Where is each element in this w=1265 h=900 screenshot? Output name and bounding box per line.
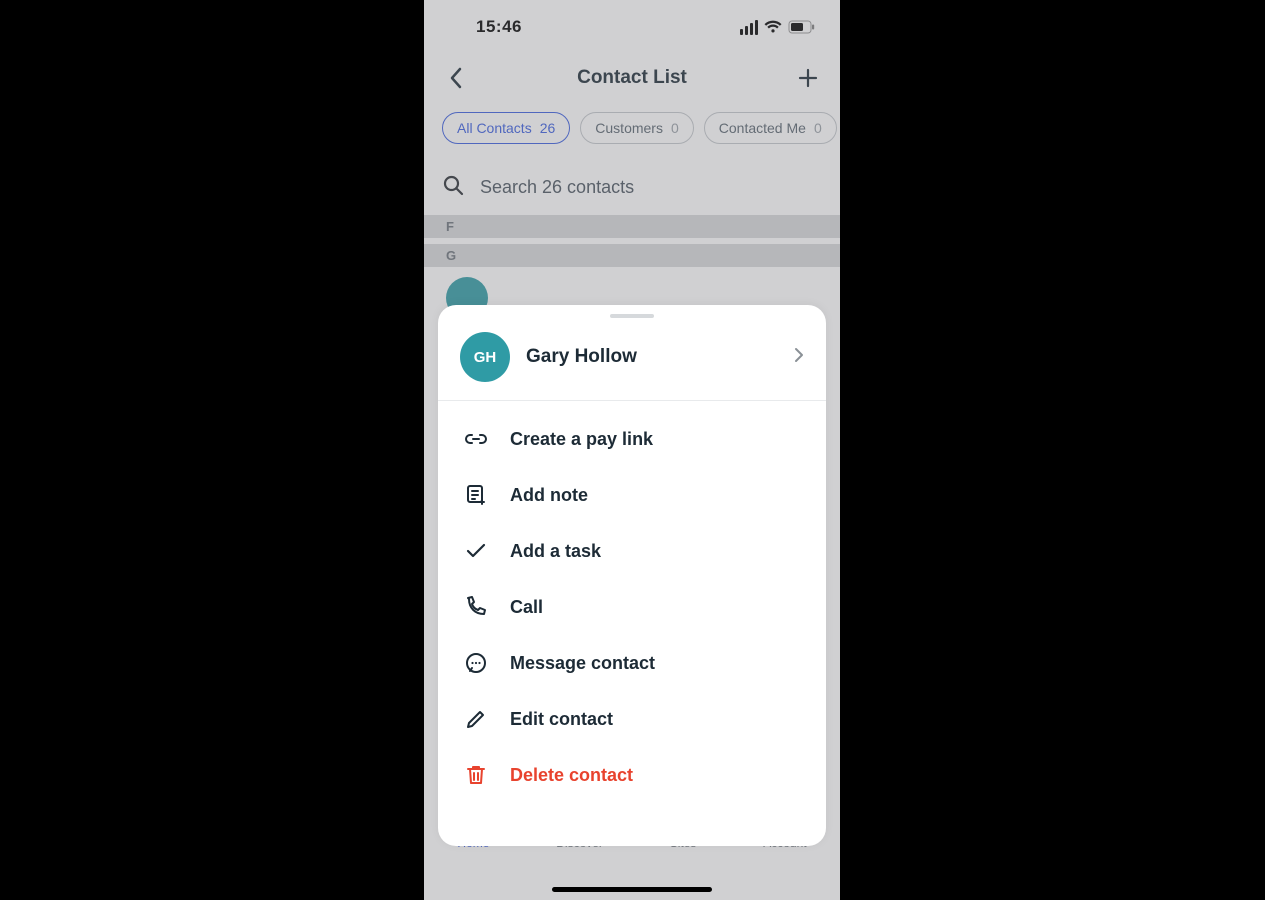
cellular-icon — [740, 20, 758, 35]
battery-icon — [788, 20, 816, 34]
search-input[interactable] — [478, 176, 822, 199]
status-time: 15:46 — [476, 17, 522, 37]
action-label: Add a task — [510, 541, 601, 562]
contact-name: Gary Hollow — [526, 346, 794, 368]
search-icon — [442, 174, 464, 201]
back-button[interactable] — [438, 60, 474, 96]
trash-icon — [464, 763, 488, 787]
chevron-right-icon — [794, 347, 804, 368]
action-label: Create a pay link — [510, 429, 653, 450]
action-add-task[interactable]: Add a task — [438, 523, 826, 579]
wifi-icon — [764, 20, 782, 34]
check-icon — [464, 539, 488, 563]
action-label: Edit contact — [510, 709, 613, 730]
plus-icon — [797, 67, 819, 89]
sheet-grabber[interactable] — [610, 314, 654, 318]
chevron-left-icon — [449, 67, 463, 89]
action-delete-contact[interactable]: Delete contact — [438, 747, 826, 803]
action-create-pay-link[interactable]: Create a pay link — [438, 411, 826, 467]
avatar: GH — [460, 332, 510, 382]
filter-count: 0 — [671, 120, 679, 136]
filter-label: All Contacts — [457, 120, 532, 136]
action-label: Message contact — [510, 653, 655, 674]
avatar-initials: GH — [474, 349, 497, 366]
page-title: Contact List — [577, 67, 687, 89]
home-indicator[interactable] — [552, 887, 712, 892]
filter-all-contacts[interactable]: All Contacts 26 — [442, 112, 570, 144]
section-letter-g: G — [424, 244, 840, 267]
pencil-icon — [464, 707, 488, 731]
action-call[interactable]: Call — [438, 579, 826, 635]
status-bar: 15:46 — [424, 0, 840, 54]
contact-actions-sheet: GH Gary Hollow Create a pay link Add not… — [438, 305, 826, 846]
action-label: Delete contact — [510, 765, 633, 786]
filter-count: 0 — [814, 120, 822, 136]
action-label: Add note — [510, 485, 588, 506]
add-contact-button[interactable] — [790, 60, 826, 96]
filter-row: All Contacts 26 Customers 0 Contacted Me… — [424, 102, 840, 160]
filter-customers[interactable]: Customers 0 — [580, 112, 693, 144]
section-letter-f: F — [424, 215, 840, 238]
filter-label: Contacted Me — [719, 120, 806, 136]
sheet-actions: Create a pay link Add note Add a task Ca… — [438, 401, 826, 809]
phone-icon — [464, 595, 488, 619]
search-row[interactable] — [424, 160, 840, 215]
filter-contacted-me[interactable]: Contacted Me 0 — [704, 112, 837, 144]
action-label: Call — [510, 597, 543, 618]
action-message-contact[interactable]: Message contact — [438, 635, 826, 691]
filter-label: Customers — [595, 120, 663, 136]
link-icon — [464, 427, 488, 451]
note-add-icon — [464, 483, 488, 507]
message-icon — [464, 651, 488, 675]
nav-header: Contact List — [424, 54, 840, 102]
action-add-note[interactable]: Add note — [438, 467, 826, 523]
sheet-header[interactable]: GH Gary Hollow — [438, 322, 826, 401]
filter-count: 26 — [540, 120, 556, 136]
stage: 15:46 Contact List A — [0, 0, 1265, 900]
status-right — [740, 20, 816, 35]
action-edit-contact[interactable]: Edit contact — [438, 691, 826, 747]
